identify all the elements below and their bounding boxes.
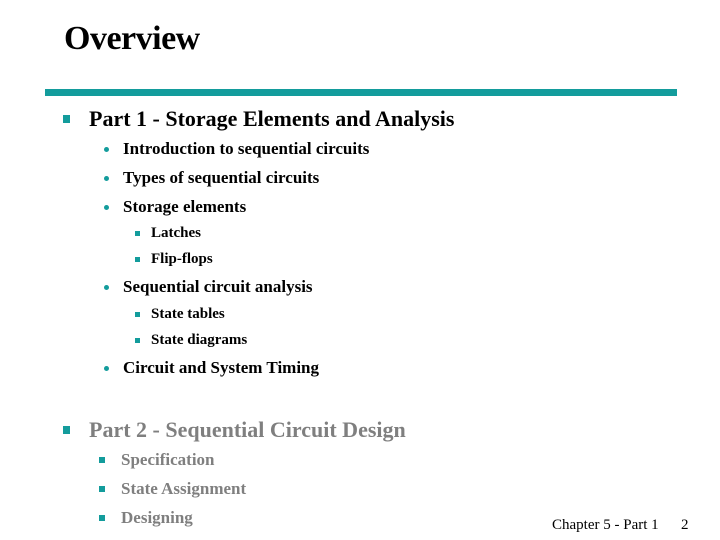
square-bullet-icon bbox=[99, 457, 105, 463]
list-item: State Assignment bbox=[99, 479, 246, 499]
square-bullet-icon bbox=[99, 515, 105, 521]
list-item: Specification bbox=[99, 450, 215, 470]
square-bullet-icon bbox=[63, 115, 70, 123]
square-bullet-icon bbox=[135, 231, 140, 236]
footer-chapter: Chapter 5 - Part 1 bbox=[552, 517, 659, 533]
list-item: Sequential circuit analysis bbox=[104, 277, 313, 297]
sub-list-item-label: Latches bbox=[151, 225, 201, 241]
list-item: Types of sequential circuits bbox=[104, 168, 319, 188]
list-item-label: Circuit and System Timing bbox=[123, 358, 320, 377]
sub-list-item-label: Flip-flops bbox=[151, 251, 213, 267]
list-item: Designing bbox=[99, 508, 193, 528]
list-item-label: Storage elements bbox=[123, 197, 247, 216]
part2-heading-row: Part 2 - Sequential Circuit Design bbox=[63, 417, 406, 443]
sub-list-item: Latches bbox=[135, 225, 201, 242]
slide-title: Overview bbox=[64, 20, 200, 57]
part2-heading: Part 2 - Sequential Circuit Design bbox=[89, 417, 406, 442]
list-item-label: State Assignment bbox=[121, 479, 247, 498]
part1-heading: Part 1 - Storage Elements and Analysis bbox=[89, 106, 455, 131]
list-item-label: Introduction to sequential circuits bbox=[123, 139, 370, 158]
dot-bullet-icon bbox=[104, 204, 109, 210]
square-bullet-icon bbox=[135, 257, 140, 262]
sub-list-item: State tables bbox=[135, 306, 225, 323]
square-bullet-icon bbox=[63, 426, 70, 434]
title-divider bbox=[45, 89, 677, 96]
list-item-label: Types of sequential circuits bbox=[123, 168, 320, 187]
part1-heading-row: Part 1 - Storage Elements and Analysis bbox=[63, 106, 454, 132]
list-item: Storage elements bbox=[104, 197, 246, 217]
list-item-label: Specification bbox=[121, 450, 215, 469]
list-item: Introduction to sequential circuits bbox=[104, 139, 369, 159]
square-bullet-icon bbox=[135, 312, 140, 317]
list-item-label: Sequential circuit analysis bbox=[123, 277, 313, 296]
dot-bullet-icon bbox=[104, 284, 109, 290]
sub-list-item-label: State tables bbox=[151, 306, 225, 322]
sub-list-item: State diagrams bbox=[135, 332, 247, 349]
list-item: Circuit and System Timing bbox=[104, 358, 319, 378]
sub-list-item: Flip-flops bbox=[135, 251, 213, 268]
list-item-label: Designing bbox=[121, 508, 193, 527]
dot-bullet-icon bbox=[104, 146, 109, 152]
sub-list-item-label: State diagrams bbox=[151, 332, 248, 348]
page-number: 2 bbox=[681, 517, 689, 533]
dot-bullet-icon bbox=[104, 175, 109, 181]
square-bullet-icon bbox=[135, 338, 140, 343]
square-bullet-icon bbox=[99, 486, 105, 492]
dot-bullet-icon bbox=[104, 365, 109, 371]
